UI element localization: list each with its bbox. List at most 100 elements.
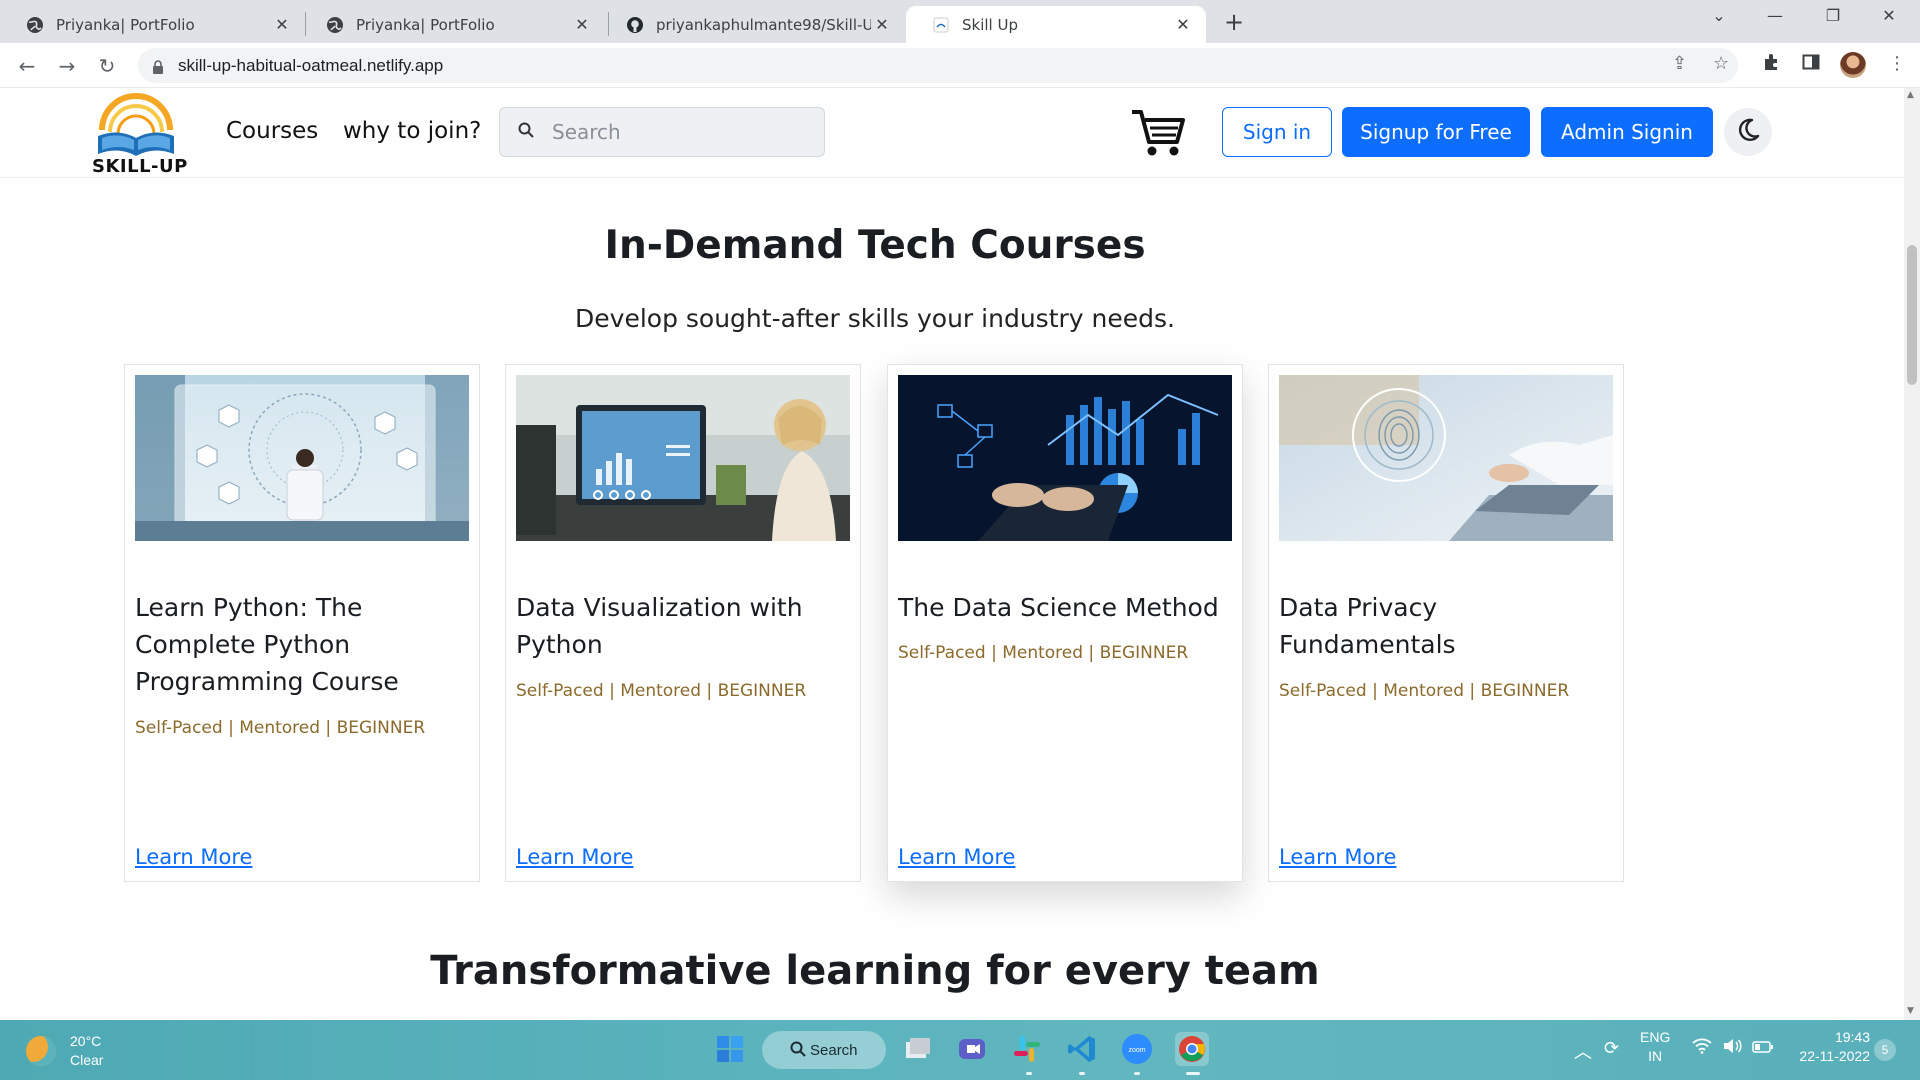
profile-avatar[interactable] [1840, 52, 1866, 78]
language-code: ENG [1640, 1029, 1671, 1045]
close-tab-icon[interactable]: ✕ [571, 15, 593, 34]
tab-title: Priyanka| PortFolio [56, 15, 195, 34]
browser-tab-active[interactable]: Skill Up ✕ [906, 6, 1206, 43]
course-card[interactable]: Data Visualization with Python Self-Pace… [505, 364, 861, 882]
tab-title: Priyanka| PortFolio [356, 15, 495, 34]
close-tab-icon[interactable]: ✕ [271, 15, 293, 34]
scroll-up-arrow-icon[interactable]: ▲ [1907, 90, 1914, 100]
nav-link-courses[interactable]: Courses [226, 118, 318, 144]
moon-weather-icon [26, 1036, 56, 1066]
reload-icon[interactable]: ↻ [92, 51, 122, 81]
windows-start-icon[interactable] [713, 1032, 747, 1066]
signup-free-button[interactable]: Signup for Free [1342, 107, 1530, 157]
running-indicator [1079, 1072, 1085, 1075]
shopping-cart-icon[interactable] [1130, 106, 1186, 158]
course-title: Data Visualization with Python [516, 593, 803, 659]
admin-signin-button[interactable]: Admin Signin [1541, 107, 1713, 157]
restore-icon[interactable]: ❐ [1810, 6, 1856, 25]
scrollbar-thumb[interactable] [1907, 245, 1917, 385]
course-meta: Self-Paced | Mentored | BEGINNER [1279, 681, 1570, 701]
globe-icon [26, 16, 44, 34]
chrome-icon[interactable] [1175, 1032, 1209, 1066]
nav-link-why-to-join[interactable]: why to join? [343, 118, 481, 144]
weather-widget[interactable]: 20°C Clear [26, 1032, 103, 1070]
learn-more-link[interactable]: Learn More [516, 845, 633, 869]
page-scrollbar[interactable]: ▲ ▼ [1904, 88, 1920, 1020]
learn-more-link[interactable]: Learn More [135, 845, 252, 869]
course-meta: Self-Paced | Mentored | BEGINNER [516, 681, 807, 701]
vscode-icon[interactable] [1065, 1032, 1099, 1066]
course-card[interactable]: Learn Python: The Complete Python Progra… [124, 364, 480, 882]
tab-title: priyankaphulmante98/Skill-Up-_ [656, 15, 871, 34]
course-title: Learn Python: The Complete Python Progra… [135, 593, 399, 696]
zoom-icon[interactable]: zoom [1120, 1032, 1154, 1066]
learn-more-link[interactable]: Learn More [898, 845, 1015, 869]
taskbar-search-label: Search [810, 1041, 858, 1059]
learn-more-link[interactable]: Learn More [1279, 845, 1396, 869]
search-icon [518, 122, 534, 142]
course-image-python [135, 375, 469, 541]
url-text: skill-up-habitual-oatmeal.netlify.app [178, 55, 444, 75]
globe-icon [326, 16, 344, 34]
moon-icon [1735, 117, 1761, 147]
scroll-down-arrow-icon[interactable]: ▼ [1907, 1006, 1914, 1016]
search-input[interactable] [552, 120, 812, 144]
menu-kebab-icon[interactable]: ⋮ [1888, 53, 1906, 74]
forward-icon[interactable]: → [52, 51, 82, 81]
logo-text: SKILL-UP [92, 156, 188, 177]
course-meta: Self-Paced | Mentored | BEGINNER [898, 643, 1189, 663]
language-indicator[interactable]: ENG IN [1640, 1028, 1670, 1066]
close-tab-icon[interactable]: ✕ [1172, 15, 1194, 34]
close-window-icon[interactable]: ✕ [1866, 6, 1912, 25]
section-title-courses: In-Demand Tech Courses [604, 223, 1146, 268]
sidebar-icon[interactable] [1802, 53, 1820, 76]
battery-icon[interactable] [1752, 1038, 1774, 1059]
section-title-teams: Transformative learning for every team [430, 948, 1320, 994]
clock[interactable]: 19:43 22-11-2022 [1792, 1028, 1870, 1066]
task-view-icon[interactable] [900, 1032, 934, 1066]
dark-mode-toggle[interactable] [1724, 108, 1772, 156]
search-icon [790, 1041, 806, 1061]
teams-chat-icon[interactable] [955, 1032, 989, 1066]
course-image-data-science [898, 375, 1232, 541]
new-tab-icon[interactable]: + [1220, 8, 1248, 36]
bookmark-star-icon[interactable]: ☆ [1713, 53, 1729, 74]
course-card[interactable]: Data Privacy Fundamentals Self-Paced | M… [1268, 364, 1624, 882]
tab-search-chevron-icon[interactable]: ⌄ [1696, 6, 1742, 25]
tab-title: Skill Up [962, 15, 1018, 34]
clock-time: 19:43 [1834, 1029, 1870, 1045]
course-card[interactable]: The Data Science Method Self-Paced | Men… [887, 364, 1243, 882]
course-image-data-privacy [1279, 375, 1613, 541]
sign-in-button[interactable]: Sign in [1222, 107, 1332, 157]
site-header: SKILL-UP Courses why to join? Sign in Si… [0, 88, 1904, 178]
region-code: IN [1648, 1048, 1663, 1064]
extensions-icon[interactable] [1762, 53, 1780, 76]
github-icon [626, 16, 644, 34]
browser-tab[interactable]: Priyanka| PortFolio ✕ [0, 6, 305, 43]
course-image-data-visualization [516, 375, 850, 541]
course-title: The Data Science Method [898, 593, 1219, 622]
volume-icon[interactable] [1722, 1038, 1742, 1059]
minimize-icon[interactable]: — [1752, 6, 1798, 25]
browser-tab[interactable]: Priyanka| PortFolio ✕ [300, 6, 605, 43]
skillup-favicon-icon [932, 16, 950, 34]
notification-badge[interactable]: 5 [1874, 1039, 1896, 1061]
svg-text:zoom: zoom [1128, 1047, 1145, 1054]
wifi-icon[interactable] [1692, 1038, 1712, 1059]
chevron-up-icon[interactable]: ︿ [1574, 1038, 1592, 1064]
close-tab-icon[interactable]: ✕ [871, 15, 893, 34]
back-icon[interactable]: ← [12, 51, 42, 81]
taskbar-search[interactable]: Search [762, 1031, 886, 1069]
lock-icon [152, 59, 164, 74]
browser-toolbar: ← → ↻ skill-up-habitual-oatmeal.netlify.… [0, 43, 1920, 88]
course-meta: Self-Paced | Mentored | BEGINNER [135, 718, 426, 738]
weather-desc: Clear [70, 1052, 104, 1068]
browser-tab[interactable]: priyankaphulmante98/Skill-Up-_ ✕ [600, 6, 905, 43]
windows-taskbar: 20°C Clear Search zoom ︿ ⟳ ENG IN 19:43 … [0, 1020, 1920, 1080]
running-indicator [1186, 1072, 1200, 1075]
address-bar[interactable]: skill-up-habitual-oatmeal.netlify.app [138, 48, 1738, 83]
slack-icon[interactable] [1010, 1032, 1044, 1066]
course-title: Data Privacy Fundamentals [1279, 593, 1456, 659]
sync-icon[interactable]: ⟳ [1604, 1038, 1619, 1059]
share-icon[interactable]: ⇪ [1672, 53, 1687, 74]
